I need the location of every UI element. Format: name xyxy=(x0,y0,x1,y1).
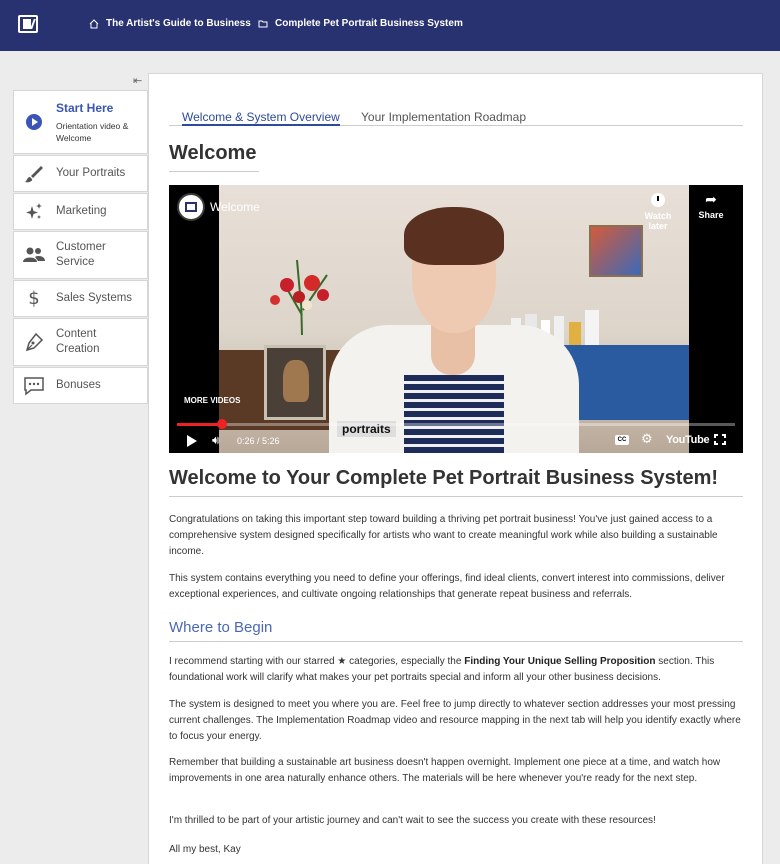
signoff: All my best, Kay xyxy=(169,844,241,855)
more-videos-button[interactable]: MORE VIDEOS xyxy=(184,396,240,405)
sidebar-item-label: Sales Systems xyxy=(56,292,133,304)
system-paragraph: This system contains everything you need… xyxy=(169,573,725,600)
sidebar: Start Here Orientation video & Welcome Yo… xyxy=(13,90,148,405)
sidebar-item-subtitle: Orientation video & Welcome xyxy=(56,120,129,143)
page-title: Welcome to Your Complete Pet Portrait Bu… xyxy=(169,467,743,497)
breadcrumb-system-label: Complete Pet Portrait Business System xyxy=(275,18,463,29)
sidebar-item-your-portraits[interactable]: Your Portraits xyxy=(13,155,148,192)
volume-icon[interactable]: 🔊︎ xyxy=(212,433,220,448)
section-title: Welcome xyxy=(169,142,259,172)
site-logo-icon[interactable] xyxy=(18,15,38,33)
video-controls: 🔊︎ 0:26 / 5:26 CC ⚙ YouTube xyxy=(169,432,743,452)
system-design-paragraph: The system is designed to meet you where… xyxy=(169,699,741,742)
clock-icon xyxy=(651,193,665,207)
chat-icon xyxy=(22,375,46,397)
pen-icon xyxy=(22,331,46,353)
sidebar-item-bonuses[interactable]: Bonuses xyxy=(13,367,148,404)
video-progress-bar[interactable] xyxy=(177,419,735,429)
folder-icon xyxy=(258,20,268,27)
remember-paragraph: Remember that building a sustainable art… xyxy=(169,757,721,784)
dollar-icon: $ xyxy=(28,288,40,309)
sidebar-item-label: Marketing xyxy=(56,205,107,217)
video-title[interactable]: Welcome xyxy=(210,200,260,214)
video-frame xyxy=(219,185,689,453)
watch-later-button[interactable]: Watch later xyxy=(634,193,682,231)
sidebar-item-label: Customer Service xyxy=(56,241,106,268)
breadcrumb-system[interactable]: Complete Pet Portrait Business System xyxy=(258,18,463,29)
video-player[interactable]: Welcome Watch later ➦ Share MORE VIDEOS … xyxy=(169,185,743,453)
collapse-sidebar-icon[interactable]: ⇤ xyxy=(133,74,142,87)
people-icon xyxy=(22,244,46,266)
youtube-logo[interactable]: YouTube xyxy=(666,434,710,446)
share-arrow-icon: ➦ xyxy=(705,192,717,208)
intro-paragraph: Congratulations on taking this important… xyxy=(169,514,718,557)
play-icon[interactable] xyxy=(187,435,197,447)
tab-welcome-overview[interactable]: Welcome & System Overview xyxy=(182,110,340,126)
brush-icon xyxy=(22,163,46,185)
where-to-begin-heading: Where to Begin xyxy=(169,619,743,642)
sidebar-item-content-creation[interactable]: Content Creation xyxy=(13,318,148,366)
sidebar-item-marketing[interactable]: Marketing xyxy=(13,193,148,230)
settings-gear-icon[interactable]: ⚙ xyxy=(641,432,653,447)
tab-implementation-roadmap[interactable]: Your Implementation Roadmap xyxy=(361,110,526,124)
sidebar-item-customer-service[interactable]: Customer Service xyxy=(13,231,148,279)
video-time: 0:26 / 5:26 xyxy=(237,436,280,446)
sidebar-item-label: Your Portraits xyxy=(56,167,126,179)
captions-icon[interactable]: CC xyxy=(615,435,629,445)
play-circle-icon xyxy=(22,111,46,133)
sparkle-icon xyxy=(22,201,46,223)
sidebar-item-sales-systems[interactable]: $ Sales Systems xyxy=(13,280,148,317)
sidebar-item-label: Bonuses xyxy=(56,379,101,391)
thrilled-paragraph: I'm thrilled to be part of your artistic… xyxy=(169,815,656,826)
recommend-paragraph: I recommend starting with our starred ★ … xyxy=(169,656,715,683)
home-icon xyxy=(89,18,99,28)
tab-bar: Welcome & System Overview Your Implement… xyxy=(169,108,743,126)
main-content: Welcome & System Overview Your Implement… xyxy=(148,73,763,864)
sidebar-item-label: Content Creation xyxy=(56,328,100,355)
breadcrumb-guide[interactable]: The Artist's Guide to Business xyxy=(89,18,251,29)
sidebar-item-start-here[interactable]: Start Here Orientation video & Welcome xyxy=(13,90,148,154)
breadcrumb-guide-label: The Artist's Guide to Business xyxy=(106,18,251,29)
top-bar: The Artist's Guide to Business Complete … xyxy=(0,0,780,51)
share-button[interactable]: ➦ Share xyxy=(693,193,729,220)
sidebar-item-label: Start Here xyxy=(56,100,114,115)
channel-logo-icon[interactable] xyxy=(177,193,205,221)
fullscreen-icon[interactable] xyxy=(714,434,726,445)
